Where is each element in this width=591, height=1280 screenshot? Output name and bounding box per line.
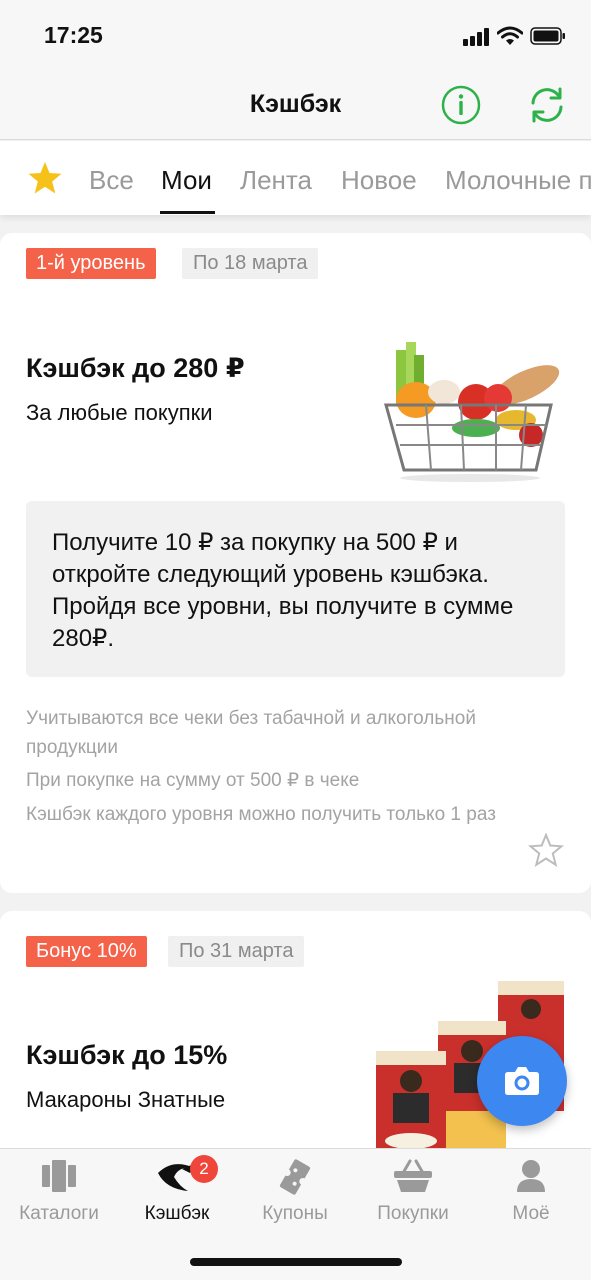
bottom-tab-label: Моё (512, 1203, 550, 1224)
tab-new[interactable]: Новое (341, 165, 417, 196)
bonus-badge: Бонус 10% (26, 936, 147, 967)
refresh-icon[interactable] (527, 85, 567, 125)
offer-title: Кэшбэк до 15% (26, 1040, 228, 1070)
grocery-basket-image (384, 342, 560, 482)
bottom-tab-label: Купоны (262, 1203, 328, 1224)
category-tabs: Все Мои Лента Новое Молочные п (0, 141, 591, 215)
bottom-tab-coupons[interactable]: Купоны (236, 1149, 354, 1239)
active-tab-underline (160, 211, 215, 214)
expiry-date-chip: По 18 марта (182, 248, 319, 279)
coupons-icon (279, 1159, 311, 1195)
signal-icon (463, 28, 491, 46)
condition-text: Кэшбэк каждого уровня можно получить тол… (26, 804, 496, 825)
basket-icon (394, 1159, 432, 1192)
offer-subtitle: Макароны Знатные (26, 1087, 226, 1112)
nav-header: Кэшбэк (0, 72, 591, 140)
offer-info-box: Получите 10 ₽ за покупку на 500 ₽ и откр… (26, 501, 565, 677)
offer-subtitle: За любые покупки (26, 400, 213, 425)
bottom-tab-catalogs[interactable]: Каталоги (0, 1149, 118, 1239)
info-icon[interactable] (441, 85, 481, 125)
bottom-tab-label: Каталоги (19, 1203, 99, 1224)
status-bar: 17:25 (0, 0, 591, 72)
bottom-tab-purchases[interactable]: Покупки (354, 1149, 472, 1239)
battery-icon (530, 27, 565, 45)
favorites-star-icon[interactable] (27, 161, 63, 195)
bottom-tab-cashback[interactable]: 2 Кэшбэк (118, 1149, 236, 1239)
offer-title: Кэшбэк до 280 ₽ (26, 353, 245, 383)
catalogs-icon (42, 1160, 76, 1192)
tab-feed[interactable]: Лента (240, 165, 312, 196)
camera-icon (505, 1067, 539, 1095)
tab-mine[interactable]: Мои (161, 165, 212, 196)
add-favorite-star-icon[interactable] (528, 833, 564, 867)
cashback-offer-card[interactable]: 1-й уровень По 18 марта Кэшбэк до 280 ₽ … (0, 233, 591, 893)
cashback-count-badge: 2 (190, 1155, 218, 1183)
tab-all[interactable]: Все (89, 165, 134, 196)
condition-text: Учитываются все чеки без табачной и алко… (26, 708, 476, 758)
profile-icon (517, 1160, 545, 1192)
expiry-date-chip: По 31 марта (168, 936, 305, 967)
scan-receipt-camera-button[interactable] (477, 1036, 567, 1126)
status-time: 17:25 (44, 22, 103, 48)
condition-text: При покупке на сумму от 500 ₽ в чеке (26, 770, 360, 791)
tab-dairy[interactable]: Молочные п (445, 165, 591, 196)
wifi-icon (497, 26, 523, 45)
bottom-tab-label: Кэшбэк (144, 1203, 210, 1224)
bottom-tab-label: Покупки (377, 1203, 449, 1224)
bottom-tab-profile[interactable]: Моё (472, 1149, 590, 1239)
level-badge: 1-й уровень (26, 248, 156, 279)
page-title: Кэшбэк (249, 90, 342, 118)
home-indicator (190, 1258, 402, 1266)
